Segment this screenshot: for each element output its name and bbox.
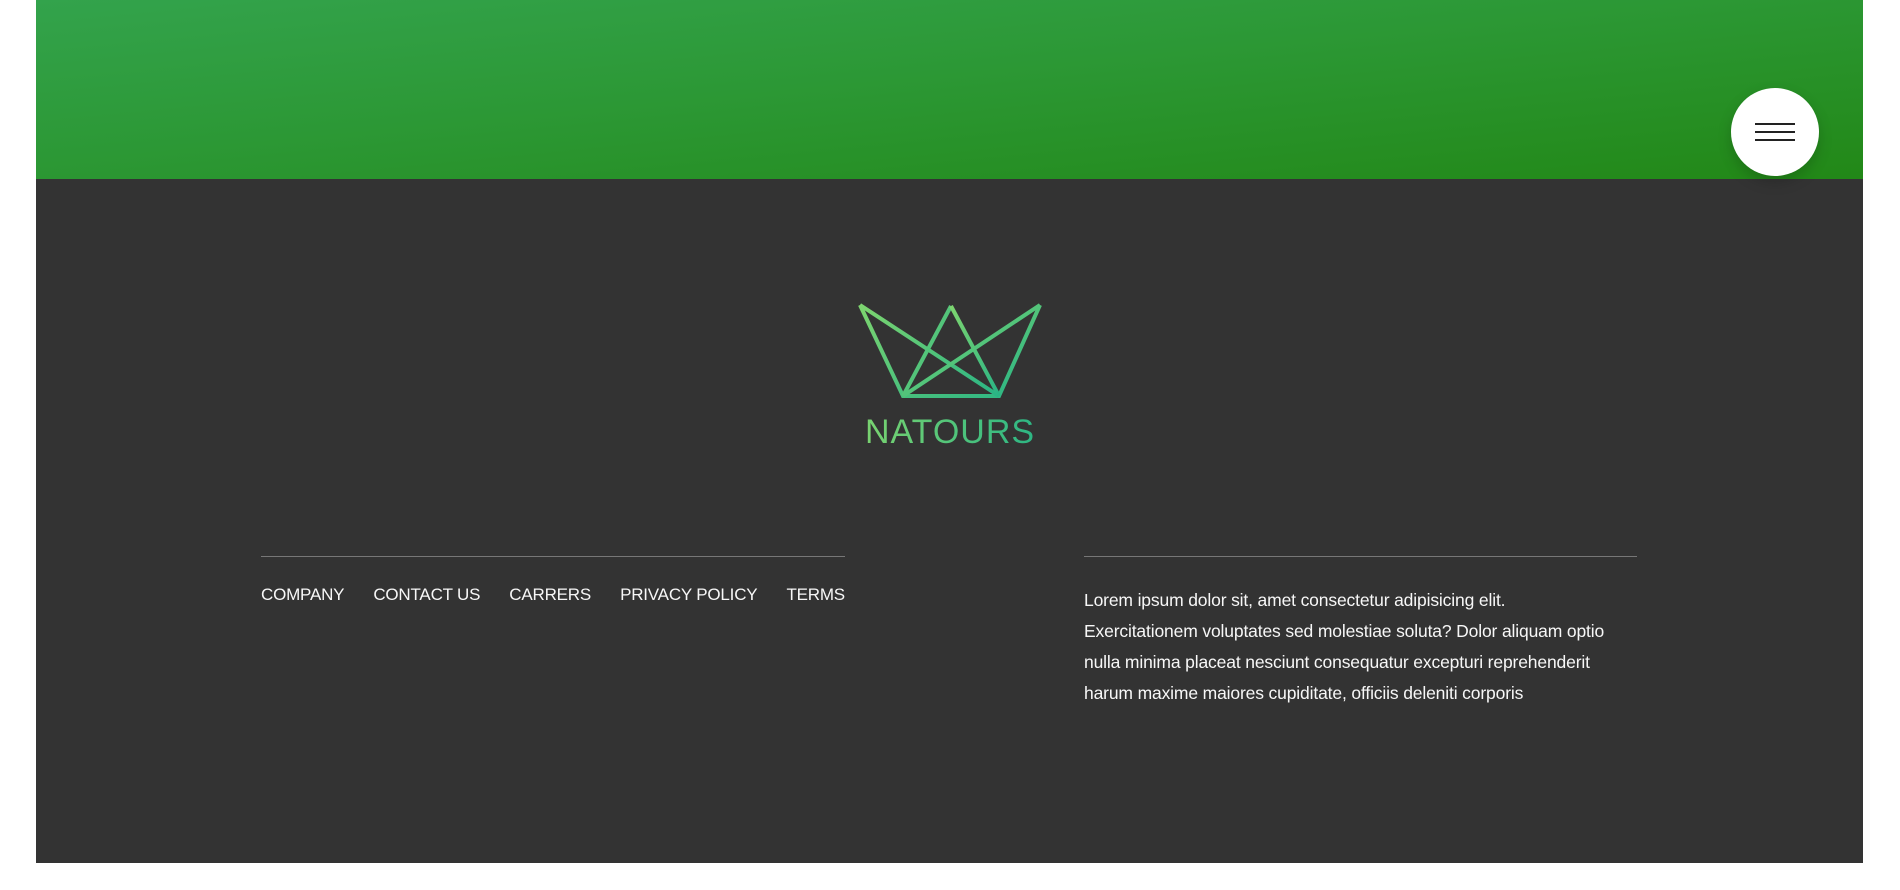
footer-copy-text: Lorem ipsum dolor sit, amet consectetur … <box>1084 590 1605 703</box>
hamburger-icon <box>1755 123 1795 125</box>
page-frame: NATOURS Company Contact us Carrers Privacy … <box>36 0 1863 863</box>
hero-section-bottom <box>36 0 1863 179</box>
footer-logo: NATOURS <box>854 300 1046 455</box>
brand-name: NATOURS <box>854 413 1046 452</box>
hamburger-icon-bottom-bar <box>1755 139 1795 141</box>
footer-nav-list: Company Contact us Carrers Privacy policy Te… <box>261 585 845 605</box>
crown-icon <box>858 303 1042 398</box>
footer-nav-item-carrers[interactable]: Carrers <box>509 585 591 605</box>
footer: NATOURS Company Contact us Carrers Privacy … <box>36 179 1863 863</box>
hamburger-icon-middle-bar <box>1755 131 1795 133</box>
footer-navigation: Company Contact us Carrers Privacy policy Te… <box>261 556 845 605</box>
footer-nav-item-privacy-policy[interactable]: Privacy policy <box>620 585 758 605</box>
footer-nav-item-terms[interactable]: Terms <box>786 585 845 605</box>
footer-nav-item-contact-us[interactable]: Contact us <box>373 585 480 605</box>
footer-nav-item-company[interactable]: Company <box>261 585 344 605</box>
menu-button[interactable] <box>1731 88 1819 176</box>
footer-copyright: Lorem ipsum dolor sit, amet consectetur … <box>1084 556 1637 709</box>
